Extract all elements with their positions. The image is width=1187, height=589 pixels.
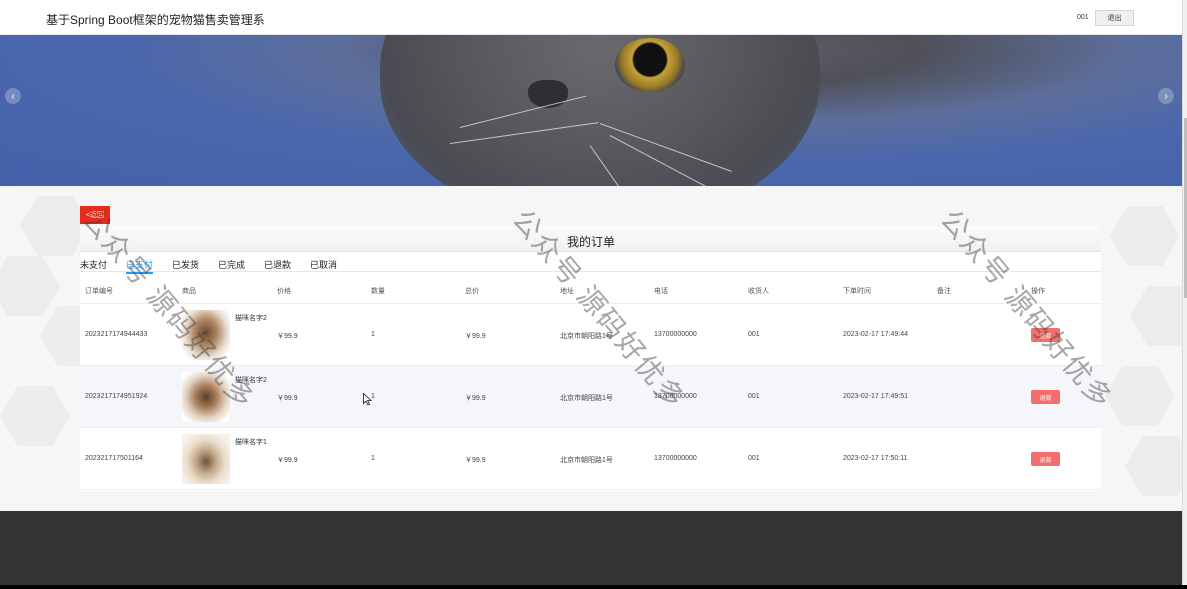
receiver: 001 <box>748 455 760 462</box>
column-header: 电话 <box>654 288 668 295</box>
goods-thumbnail[interactable] <box>182 310 230 360</box>
logout-button[interactable]: 退出 <box>1095 10 1134 26</box>
bottom-edge-bar <box>0 585 1187 589</box>
order-number: 202321717501164 <box>85 455 143 462</box>
goods-name: 猫咪名字2 <box>235 377 267 384</box>
total-price: ￥99.9 <box>465 333 486 340</box>
column-header: 收货人 <box>748 288 769 295</box>
quantity: 1 <box>371 331 375 338</box>
address: 北京市朝阳路1号 <box>560 333 613 340</box>
tab-cancelled[interactable]: 已取消 <box>310 258 337 271</box>
background-hexagon <box>1125 436 1182 496</box>
column-header: 操作 <box>1031 288 1045 295</box>
address: 北京市朝阳路1号 <box>560 457 613 464</box>
carousel-prev-icon[interactable]: ‹ <box>5 88 21 104</box>
table-header: 订单编号 商品 价格 数量 总价 地址 电话 收货人 下单时间 备注 操作 <box>80 274 1101 304</box>
column-header: 订单编号 <box>85 288 113 295</box>
column-header: 备注 <box>937 288 951 295</box>
order-time: 2023-02-17 17:49:51 <box>843 393 908 400</box>
carousel-next-icon[interactable]: › <box>1158 88 1174 104</box>
price: ￥99.9 <box>277 333 298 340</box>
mouse-cursor-icon <box>363 393 372 406</box>
page-footer <box>0 511 1182 585</box>
background-hexagon <box>1110 206 1180 266</box>
background-hexagon <box>1130 286 1182 346</box>
banner-carousel: ‹ › <box>0 35 1182 186</box>
order-time: 2023-02-17 17:49:44 <box>843 331 908 338</box>
tab-paid[interactable]: 已支付 <box>126 258 154 274</box>
column-header: 数量 <box>371 288 385 295</box>
receiver: 001 <box>748 331 760 338</box>
goods-thumbnail[interactable] <box>182 434 230 484</box>
table-row: 202321717501164 猫咪名字1 ￥99.9 1 ￥99.9 北京市朝… <box>80 428 1101 490</box>
top-header: 基于Spring Boot框架的宠物猫售卖管理系 001 退出 <box>0 0 1182 35</box>
username-label: 001 <box>1077 14 1089 21</box>
column-header: 下单时间 <box>843 288 871 295</box>
total-price: ￥99.9 <box>465 395 486 402</box>
back-button[interactable]: <返回 <box>80 206 110 224</box>
column-header: 地址 <box>560 288 574 295</box>
phone: 13700000000 <box>654 331 697 338</box>
tab-refunded[interactable]: 已退款 <box>264 258 291 271</box>
cat-eye-graphic <box>615 38 685 92</box>
column-header: 价格 <box>277 288 291 295</box>
orders-panel: 我的订单 未支付 已支付 已发货 已完成 已退款 已取消 订单编号 商品 价格 … <box>80 226 1101 491</box>
tab-unpaid[interactable]: 未支付 <box>80 258 107 271</box>
order-time: 2023-02-17 17:50:11 <box>843 455 908 462</box>
price: ￥99.9 <box>277 457 298 464</box>
refund-button[interactable]: 退款 <box>1031 452 1060 466</box>
price: ￥99.9 <box>277 395 298 402</box>
background-hexagon <box>0 386 70 446</box>
address: 北京市朝阳路1号 <box>560 395 613 402</box>
background-hexagon <box>1105 366 1175 426</box>
column-header: 总价 <box>465 288 479 295</box>
page-scrollbar[interactable] <box>1182 0 1187 585</box>
goods-name: 猫咪名字2 <box>235 315 267 322</box>
page-title: 我的订单 <box>567 235 616 249</box>
cat-image <box>380 35 820 186</box>
site-title: 基于Spring Boot框架的宠物猫售卖管理系 <box>46 13 265 27</box>
phone: 13700000000 <box>654 455 697 462</box>
background-hexagon <box>0 256 60 316</box>
table-row: 2023217174951924 猫咪名字2 ￥99.9 1 ￥99.9 北京市… <box>80 366 1101 428</box>
order-status-tabs: 未支付 已支付 已发货 已完成 已退款 已取消 <box>80 256 1101 274</box>
total-price: ￥99.9 <box>465 457 486 464</box>
table-row: 2023217174944433 猫咪名字2 ￥99.9 1 ￥99.9 北京市… <box>80 304 1101 366</box>
order-number: 2023217174944433 <box>85 331 148 338</box>
receiver: 001 <box>748 393 760 400</box>
refund-button[interactable]: 退款 <box>1031 390 1060 404</box>
goods-thumbnail[interactable] <box>182 372 230 422</box>
refund-button[interactable]: 退款 <box>1031 328 1060 342</box>
quantity: 1 <box>371 455 375 462</box>
panel-title-bar: 我的订单 <box>80 226 1101 252</box>
column-header: 商品 <box>182 288 196 295</box>
order-number: 2023217174951924 <box>85 393 148 400</box>
tab-completed[interactable]: 已完成 <box>218 258 245 271</box>
phone: 13700000000 <box>654 393 697 400</box>
tab-shipped[interactable]: 已发货 <box>172 258 199 271</box>
goods-name: 猫咪名字1 <box>235 439 267 446</box>
